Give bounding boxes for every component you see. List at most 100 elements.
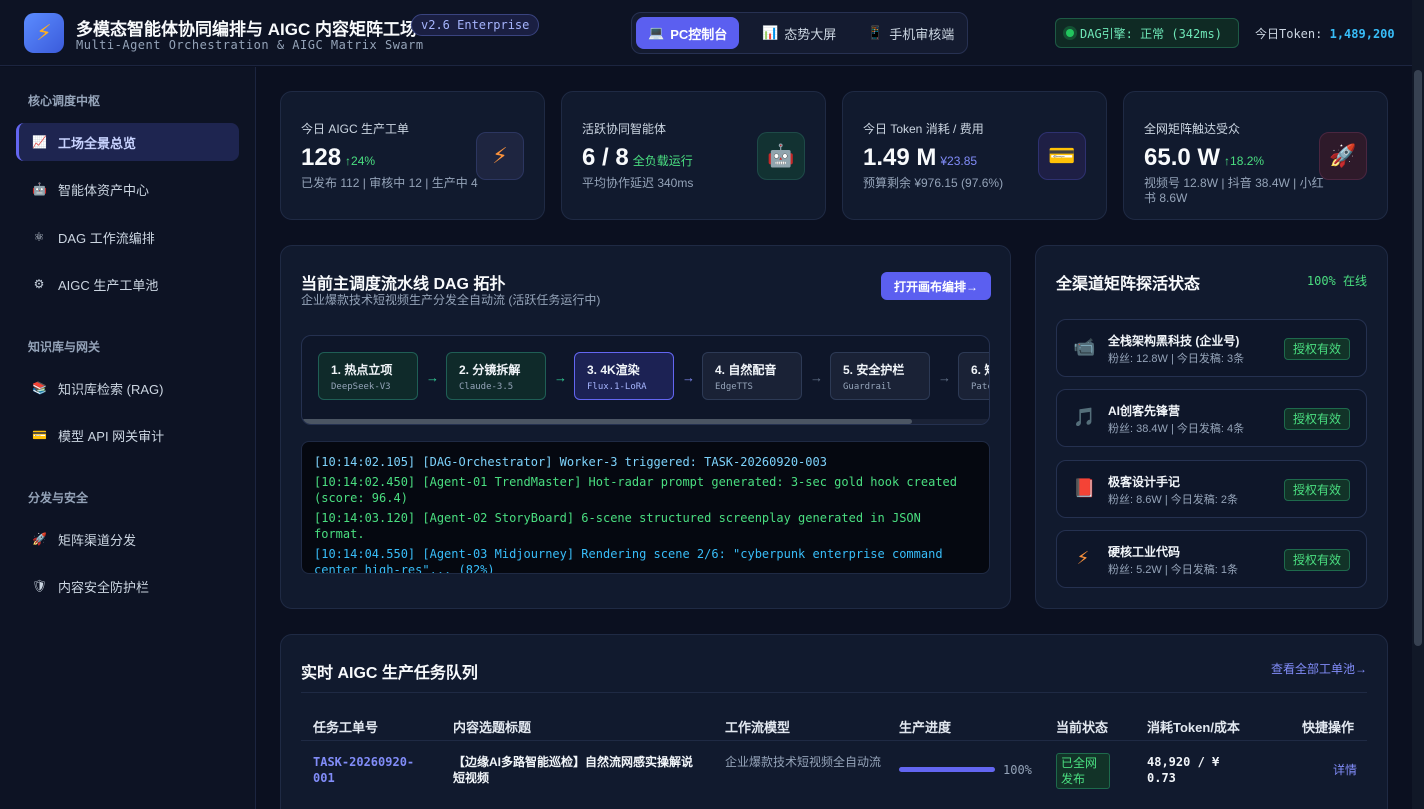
sidebar-item-dag[interactable]: ⚛ DAG 工作流编排 (16, 218, 239, 256)
stat-number: 6 / 8 (582, 144, 629, 171)
tab-pc-console[interactable]: 💻 PC控制台 (636, 17, 740, 49)
dag-topology: 1. 热点立项 DeepSeek-V3 → 2. 分镜拆解 Claude-3.5… (301, 335, 990, 425)
progress-fill (899, 767, 995, 772)
stat-card-work-orders: 今日 AIGC 生产工单 128 ↑24% 已发布 112 | 审核中 12 | … (280, 91, 545, 220)
channel-item[interactable]: 📹 全栈架构黑科技 (企业号) 粉丝: 12.8W | 今日发稿: 3条 授权有… (1056, 319, 1367, 377)
sidebar-item-label: 矩阵渠道分发 (58, 532, 137, 548)
dag-scrollbar[interactable] (302, 419, 989, 424)
channel-item[interactable]: 📕 极客设计手记 粉丝: 8.6W | 今日发稿: 2条 授权有效 (1056, 460, 1367, 518)
channel-meta: 粉丝: 12.8W | 今日发稿: 3条 (1108, 353, 1245, 365)
sidebar-item-guardrail[interactable]: 🛡 内容安全防护栏 (16, 567, 239, 605)
sidebar-item-label: 模型 API 网关审计 (58, 428, 165, 444)
laptop-icon: 💻 (648, 25, 665, 40)
arrow-right-icon: → (426, 370, 439, 385)
chart-up-icon: 📈 (32, 135, 47, 149)
stat-number: 65.0 W (1144, 144, 1221, 171)
tab-mobile-review[interactable]: 📱 手机审核端 (855, 17, 966, 49)
task-workflow: 企业爆款技术短视频全自动流 (725, 755, 882, 769)
dag-node-tts[interactable]: 4. 自然配音 EdgeTTS (702, 352, 802, 400)
channel-item[interactable]: ⚡ 硬核工业代码 粉丝: 5.2W | 今日发稿: 1条 授权有效 (1056, 530, 1367, 588)
dag-scroll-thumb[interactable] (302, 419, 912, 424)
dag-subtitle: 企业爆款技术短视频生产分发全自动流 (活跃任务运行中) (301, 293, 601, 307)
column-header[interactable]: 生产进度 (899, 717, 951, 736)
arrow-right-icon: → (810, 370, 823, 385)
sidebar-item-label: AIGC 生产工单池 (58, 277, 159, 293)
task-cost: 48,920 / ¥ 0.73 (1147, 755, 1220, 785)
app-title: 多模态智能体协同编排与 AIGC 内容矩阵工场 (76, 20, 417, 39)
gear-icon: ⚙ (33, 277, 45, 291)
dag-node-model: DeepSeek-V3 (331, 382, 391, 392)
app-header: ⚡ 多模态智能体协同编排与 AIGC 内容矩阵工场 Multi-Agent Or… (0, 0, 1412, 66)
column-header[interactable]: 快捷操作 (1302, 717, 1354, 736)
view-all-orders-link[interactable]: 查看全部工单池→ (1271, 660, 1367, 677)
status-dot-icon (1066, 29, 1074, 37)
sidebar-item-agents[interactable]: 🤖 智能体资产中心 (16, 170, 239, 208)
sidebar-item-work-orders[interactable]: ⚙ AIGC 生产工单池 (16, 265, 239, 303)
sidebar: 核心调度中枢 📈 工场全景总览 🤖 智能体资产中心 ⚛ DAG 工作流编排 ⚙ … (0, 67, 256, 809)
dag-node-storyboard[interactable]: 2. 分镜拆解 Claude-3.5 (446, 352, 546, 400)
robot-icon: 🤖 (32, 182, 47, 196)
column-header[interactable]: 内容选题标题 (453, 717, 531, 736)
task-title: 【边缘AI多路智能巡检】自然流网感实操解说短视频 (453, 755, 694, 785)
open-canvas-button[interactable]: 打开画布编排→ (881, 272, 991, 300)
sidebar-item-overview[interactable]: 📈 工场全景总览 (16, 123, 239, 161)
dag-node-hotspot[interactable]: 1. 热点立项 DeepSeek-V3 (318, 352, 418, 400)
video-camera-icon: 📹 (1073, 337, 1096, 357)
books-icon: 📚 (32, 381, 47, 395)
sidebar-section-title: 分发与安全 (28, 491, 89, 505)
channel-name: 极客设计手记 (1108, 475, 1181, 489)
shield-icon: 🛡 (32, 579, 48, 593)
sidebar-section-title: 核心调度中枢 (28, 94, 101, 108)
sidebar-item-rag[interactable]: 📚 知识库检索 (RAG) (16, 369, 239, 407)
log-line: [10:14:02.105] [DAG-Orchestrator] Worker… (314, 455, 827, 469)
stat-delta: ¥23.85 (940, 154, 978, 168)
page-scrollbar[interactable] (1412, 0, 1424, 809)
dag-node-render[interactable]: 3. 4K渲染 Flux.1-LoRA (574, 352, 674, 400)
progress-label: 100% (1003, 763, 1032, 777)
dag-node-model: Flux.1-LoRA (587, 382, 647, 392)
sidebar-item-label: 内容安全防护栏 (58, 579, 150, 595)
sidebar-item-distribution[interactable]: 🚀 矩阵渠道分发 (16, 520, 239, 558)
column-header[interactable]: 当前状态 (1056, 717, 1108, 736)
channel-name: AI创客先锋营 (1108, 404, 1181, 418)
stat-label: 今日 Token 消耗 / 费用 (863, 122, 984, 136)
red-book-icon: 📕 (1073, 478, 1096, 498)
stat-label: 今日 AIGC 生产工单 (301, 122, 410, 136)
channel-item[interactable]: 🎵 AI创客先锋营 粉丝: 38.4W | 今日发稿: 4条 授权有效 (1056, 389, 1367, 447)
details-link[interactable]: 详情 (1333, 762, 1357, 778)
orchestrator-log: [10:14:02.105] [DAG-Orchestrator] Worker… (301, 441, 990, 574)
sidebar-item-label: 智能体资产中心 (58, 182, 150, 198)
channel-meta: 粉丝: 8.6W | 今日发稿: 2条 (1108, 494, 1238, 506)
auth-status-badge: 授权有效 (1283, 408, 1350, 430)
column-header[interactable]: 消耗Token/成本 (1147, 717, 1240, 736)
bar-chart-icon: 📊 (762, 25, 779, 40)
dag-node-model: Claude-3.5 (459, 382, 514, 392)
channel-meta: 粉丝: 38.4W | 今日发稿: 4条 (1108, 423, 1245, 435)
tab-dashboard-screen[interactable]: 📊 态势大屏 (750, 17, 848, 49)
dag-node-guardrail[interactable]: 5. 安全护栏 Guardrail (830, 352, 930, 400)
dag-node-title: 2. 分镜拆解 (459, 363, 521, 377)
view-switcher: 💻 PC控制台 📊 态势大屏 📱 手机审核端 (631, 12, 968, 54)
arrow-right-icon: → (938, 370, 951, 385)
column-header[interactable]: 任务工单号 (313, 717, 378, 736)
dag-node-title: 1. 热点立项 (331, 363, 393, 377)
dag-node-title: 3. 4K渲染 (587, 363, 640, 377)
engine-status-text: DAG引擎: 正常 (342ms) (1080, 26, 1222, 41)
auth-status-badge: 授权有效 (1283, 549, 1350, 571)
stat-label: 活跃协同智能体 (582, 122, 667, 136)
sidebar-item-api-gateway[interactable]: 💳 模型 API 网关审计 (16, 416, 239, 454)
page-scroll-thumb[interactable] (1414, 70, 1422, 646)
task-id[interactable]: TASK-20260920-001 (313, 754, 433, 786)
stat-card-tokens: 今日 Token 消耗 / 费用 1.49 M ¥23.85 预算剩余 ¥976.… (842, 91, 1107, 220)
card-icon: 💳 (1038, 132, 1086, 180)
sidebar-item-label: 知识库检索 (RAG) (58, 381, 164, 397)
token-label: 今日Token: (1255, 27, 1323, 41)
stat-delta: 全负载运行 (632, 154, 693, 168)
status-badge: 已全网发布 (1056, 753, 1110, 789)
music-note-icon: 🎵 (1073, 407, 1096, 427)
tab-label: PC控制台 (670, 26, 728, 42)
queue-title: 实时 AIGC 生产任务队列 (301, 665, 478, 682)
dag-node-distribute[interactable]: 6. 矩阵分发 Patchright (958, 352, 989, 400)
stat-card-agents: 活跃协同智能体 6 / 8 全负载运行 平均协作延迟 340ms 🤖 (561, 91, 826, 220)
column-header[interactable]: 工作流模型 (725, 717, 790, 736)
